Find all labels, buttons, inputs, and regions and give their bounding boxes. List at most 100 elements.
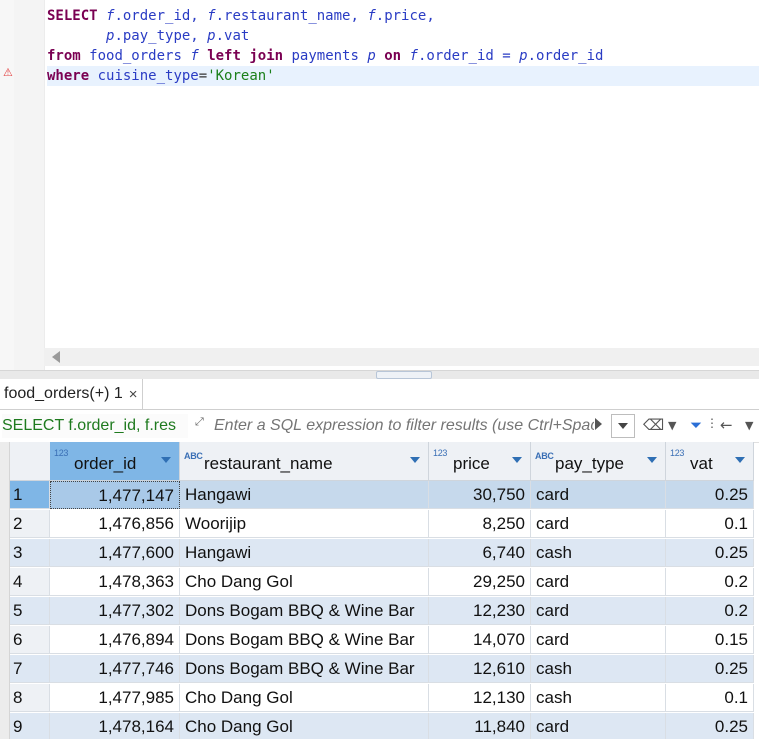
code-line-3[interactable]: from food_orders f left join payments p … — [47, 46, 603, 66]
cell-vat[interactable]: 0.25 — [666, 539, 754, 567]
column-header-price[interactable]: 123 price — [429, 442, 531, 481]
cell-order-id[interactable]: 1,476,856 — [50, 510, 180, 538]
row-number[interactable]: 9 — [10, 713, 50, 739]
cell-order-id[interactable]: 1,477,302 — [50, 597, 180, 625]
back-arrow-icon[interactable]: ← — [720, 416, 733, 436]
cell-price[interactable]: 6,740 — [429, 539, 531, 567]
cell-price[interactable]: 11,840 — [429, 713, 531, 739]
row-number[interactable]: 2 — [10, 510, 50, 538]
row-number[interactable]: 7 — [10, 655, 50, 683]
cell-price[interactable]: 12,230 — [429, 597, 531, 625]
cell-restaurant-name[interactable]: Cho Dang Gol — [180, 684, 429, 712]
cell-pay-type[interactable]: card — [531, 713, 666, 739]
sql-preview[interactable]: SELECT f.order_id, f.res — [2, 414, 188, 438]
warning-icon[interactable]: ⚠ — [3, 66, 13, 79]
cell-restaurant-name[interactable]: Dons Bogam BBQ & Wine Bar — [180, 597, 429, 625]
cell-pay-type[interactable]: card — [531, 568, 666, 596]
row-number[interactable]: 3 — [10, 539, 50, 567]
cell-order-id[interactable]: 1,476,894 — [50, 626, 180, 654]
cell-restaurant-name[interactable]: Cho Dang Gol — [180, 713, 429, 739]
cell-restaurant-name[interactable]: Woorijip — [180, 510, 429, 538]
code-line-1[interactable]: SELECT f.order_id, f.restaurant_name, f.… — [47, 6, 435, 26]
cell-pay-type[interactable]: card — [531, 481, 666, 509]
cell-order-id[interactable]: 1,478,164 — [50, 713, 180, 739]
editor-horizontal-scrollbar[interactable] — [44, 348, 759, 366]
column-header-vat[interactable]: 123 vat — [666, 442, 754, 481]
cell-price[interactable]: 12,610 — [429, 655, 531, 683]
row-number[interactable]: 1 — [10, 481, 50, 509]
panel-splitter[interactable] — [0, 370, 759, 379]
cell-order-id[interactable]: 1,477,600 — [50, 539, 180, 567]
table-row[interactable]: 4 1,478,363 Cho Dang Gol 29,250 card 0.2 — [10, 568, 759, 597]
cell-pay-type[interactable]: card — [531, 626, 666, 654]
funnel-icon[interactable]: ⏷ — [690, 416, 702, 436]
row-number[interactable]: 4 — [10, 568, 50, 596]
cell-order-id[interactable]: 1,477,985 — [50, 684, 180, 712]
cell-price[interactable]: 8,250 — [429, 510, 531, 538]
chevron-down-icon[interactable]: ▼ — [745, 419, 753, 439]
grid-side-panel[interactable] — [0, 442, 10, 739]
table-row[interactable]: 2 1,476,856 Woorijip 8,250 card 0.1 — [10, 510, 759, 539]
cell-restaurant-name[interactable]: Dons Bogam BBQ & Wine Bar — [180, 655, 429, 683]
eraser-icon[interactable]: ⌫ — [643, 416, 664, 436]
table-row[interactable]: 8 1,477,985 Cho Dang Gol 12,130 cash 0.1 — [10, 684, 759, 713]
cell-vat[interactable]: 0.1 — [666, 510, 754, 538]
filter-input[interactable] — [214, 414, 594, 438]
cell-price[interactable]: 29,250 — [429, 568, 531, 596]
cell-vat[interactable]: 0.25 — [666, 655, 754, 683]
chevron-down-icon[interactable] — [161, 457, 171, 463]
cell-vat[interactable]: 0.2 — [666, 597, 754, 625]
cell-restaurant-name[interactable]: Dons Bogam BBQ & Wine Bar — [180, 626, 429, 654]
cell-order-id[interactable]: 1,478,363 — [50, 568, 180, 596]
sql-editor[interactable]: ⚠ SELECT f.order_id, f.restaurant_name, … — [0, 0, 759, 370]
apply-filter-icon[interactable] — [595, 418, 602, 430]
table-row[interactable]: 5 1,477,302 Dons Bogam BBQ & Wine Bar 12,23… — [10, 597, 759, 626]
code-line-2[interactable]: p.pay_type, p.vat — [47, 26, 249, 46]
row-number[interactable]: 8 — [10, 684, 50, 712]
cell-pay-type[interactable]: cash — [531, 539, 666, 567]
column-header-restaurant-name[interactable]: ABC restaurant_name — [180, 442, 429, 481]
scroll-left-icon[interactable] — [52, 351, 60, 363]
chevron-down-icon[interactable] — [512, 457, 522, 463]
row-number[interactable]: 6 — [10, 626, 50, 654]
results-grid[interactable]: 123 order_id ABC restaurant_name 123 pri… — [0, 442, 759, 739]
table-row[interactable]: 3 1,477,600 Hangawi 6,740 cash 0.25 — [10, 539, 759, 568]
cell-vat[interactable]: 0.25 — [666, 481, 754, 509]
column-header-pay-type[interactable]: ABC pay_type — [531, 442, 666, 481]
table-row[interactable]: 7 1,477,746 Dons Bogam BBQ & Wine Bar 12,61… — [10, 655, 759, 684]
tab-food-orders[interactable]: food_orders(+) 1 × — [0, 379, 143, 409]
cell-restaurant-name[interactable]: Hangawi — [180, 539, 429, 567]
expand-icon[interactable]: ⤢ — [195, 416, 211, 432]
more-icon[interactable]: ⋮ — [706, 416, 718, 436]
table-row[interactable]: 9 1,478,164 Cho Dang Gol 11,840 card 0.25 — [10, 713, 759, 739]
column-header-order-id[interactable]: 123 order_id — [50, 442, 180, 481]
cell-price[interactable]: 14,070 — [429, 626, 531, 654]
cell-pay-type[interactable]: card — [531, 597, 666, 625]
chevron-down-icon[interactable] — [735, 457, 745, 463]
table-row[interactable]: 6 1,476,894 Dons Bogam BBQ & Wine Bar 14,07… — [10, 626, 759, 655]
cell-price[interactable]: 12,130 — [429, 684, 531, 712]
row-number[interactable]: 5 — [10, 597, 50, 625]
chevron-down-icon[interactable] — [647, 457, 657, 463]
splitter-grip-icon[interactable] — [376, 371, 432, 379]
filter-history-dropdown[interactable] — [611, 414, 635, 438]
code-line-4[interactable]: where cuisine_type='Korean' — [47, 66, 759, 86]
chevron-down-icon[interactable] — [410, 457, 420, 463]
cell-vat[interactable]: 0.15 — [666, 626, 754, 654]
cell-restaurant-name[interactable]: Cho Dang Gol — [180, 568, 429, 596]
chevron-down-icon[interactable]: ▼ — [668, 419, 676, 439]
cell-restaurant-name[interactable]: Hangawi — [180, 481, 429, 509]
cell-vat[interactable]: 0.1 — [666, 684, 754, 712]
table-row[interactable]: 1 1,477,147 Hangawi 30,750 card 0.25 — [10, 481, 759, 510]
cell-vat[interactable]: 0.2 — [666, 568, 754, 596]
cell-vat[interactable]: 0.25 — [666, 713, 754, 739]
row-number-header[interactable] — [10, 442, 51, 481]
cell-pay-type[interactable]: cash — [531, 655, 666, 683]
close-icon[interactable]: × — [129, 386, 138, 403]
cell-order-id[interactable]: 1,477,746 — [50, 655, 180, 683]
cell-order-id[interactable]: 1,477,147 — [50, 481, 180, 509]
table-name: payments — [291, 48, 359, 64]
cell-pay-type[interactable]: cash — [531, 684, 666, 712]
cell-price[interactable]: 30,750 — [429, 481, 531, 509]
cell-pay-type[interactable]: card — [531, 510, 666, 538]
